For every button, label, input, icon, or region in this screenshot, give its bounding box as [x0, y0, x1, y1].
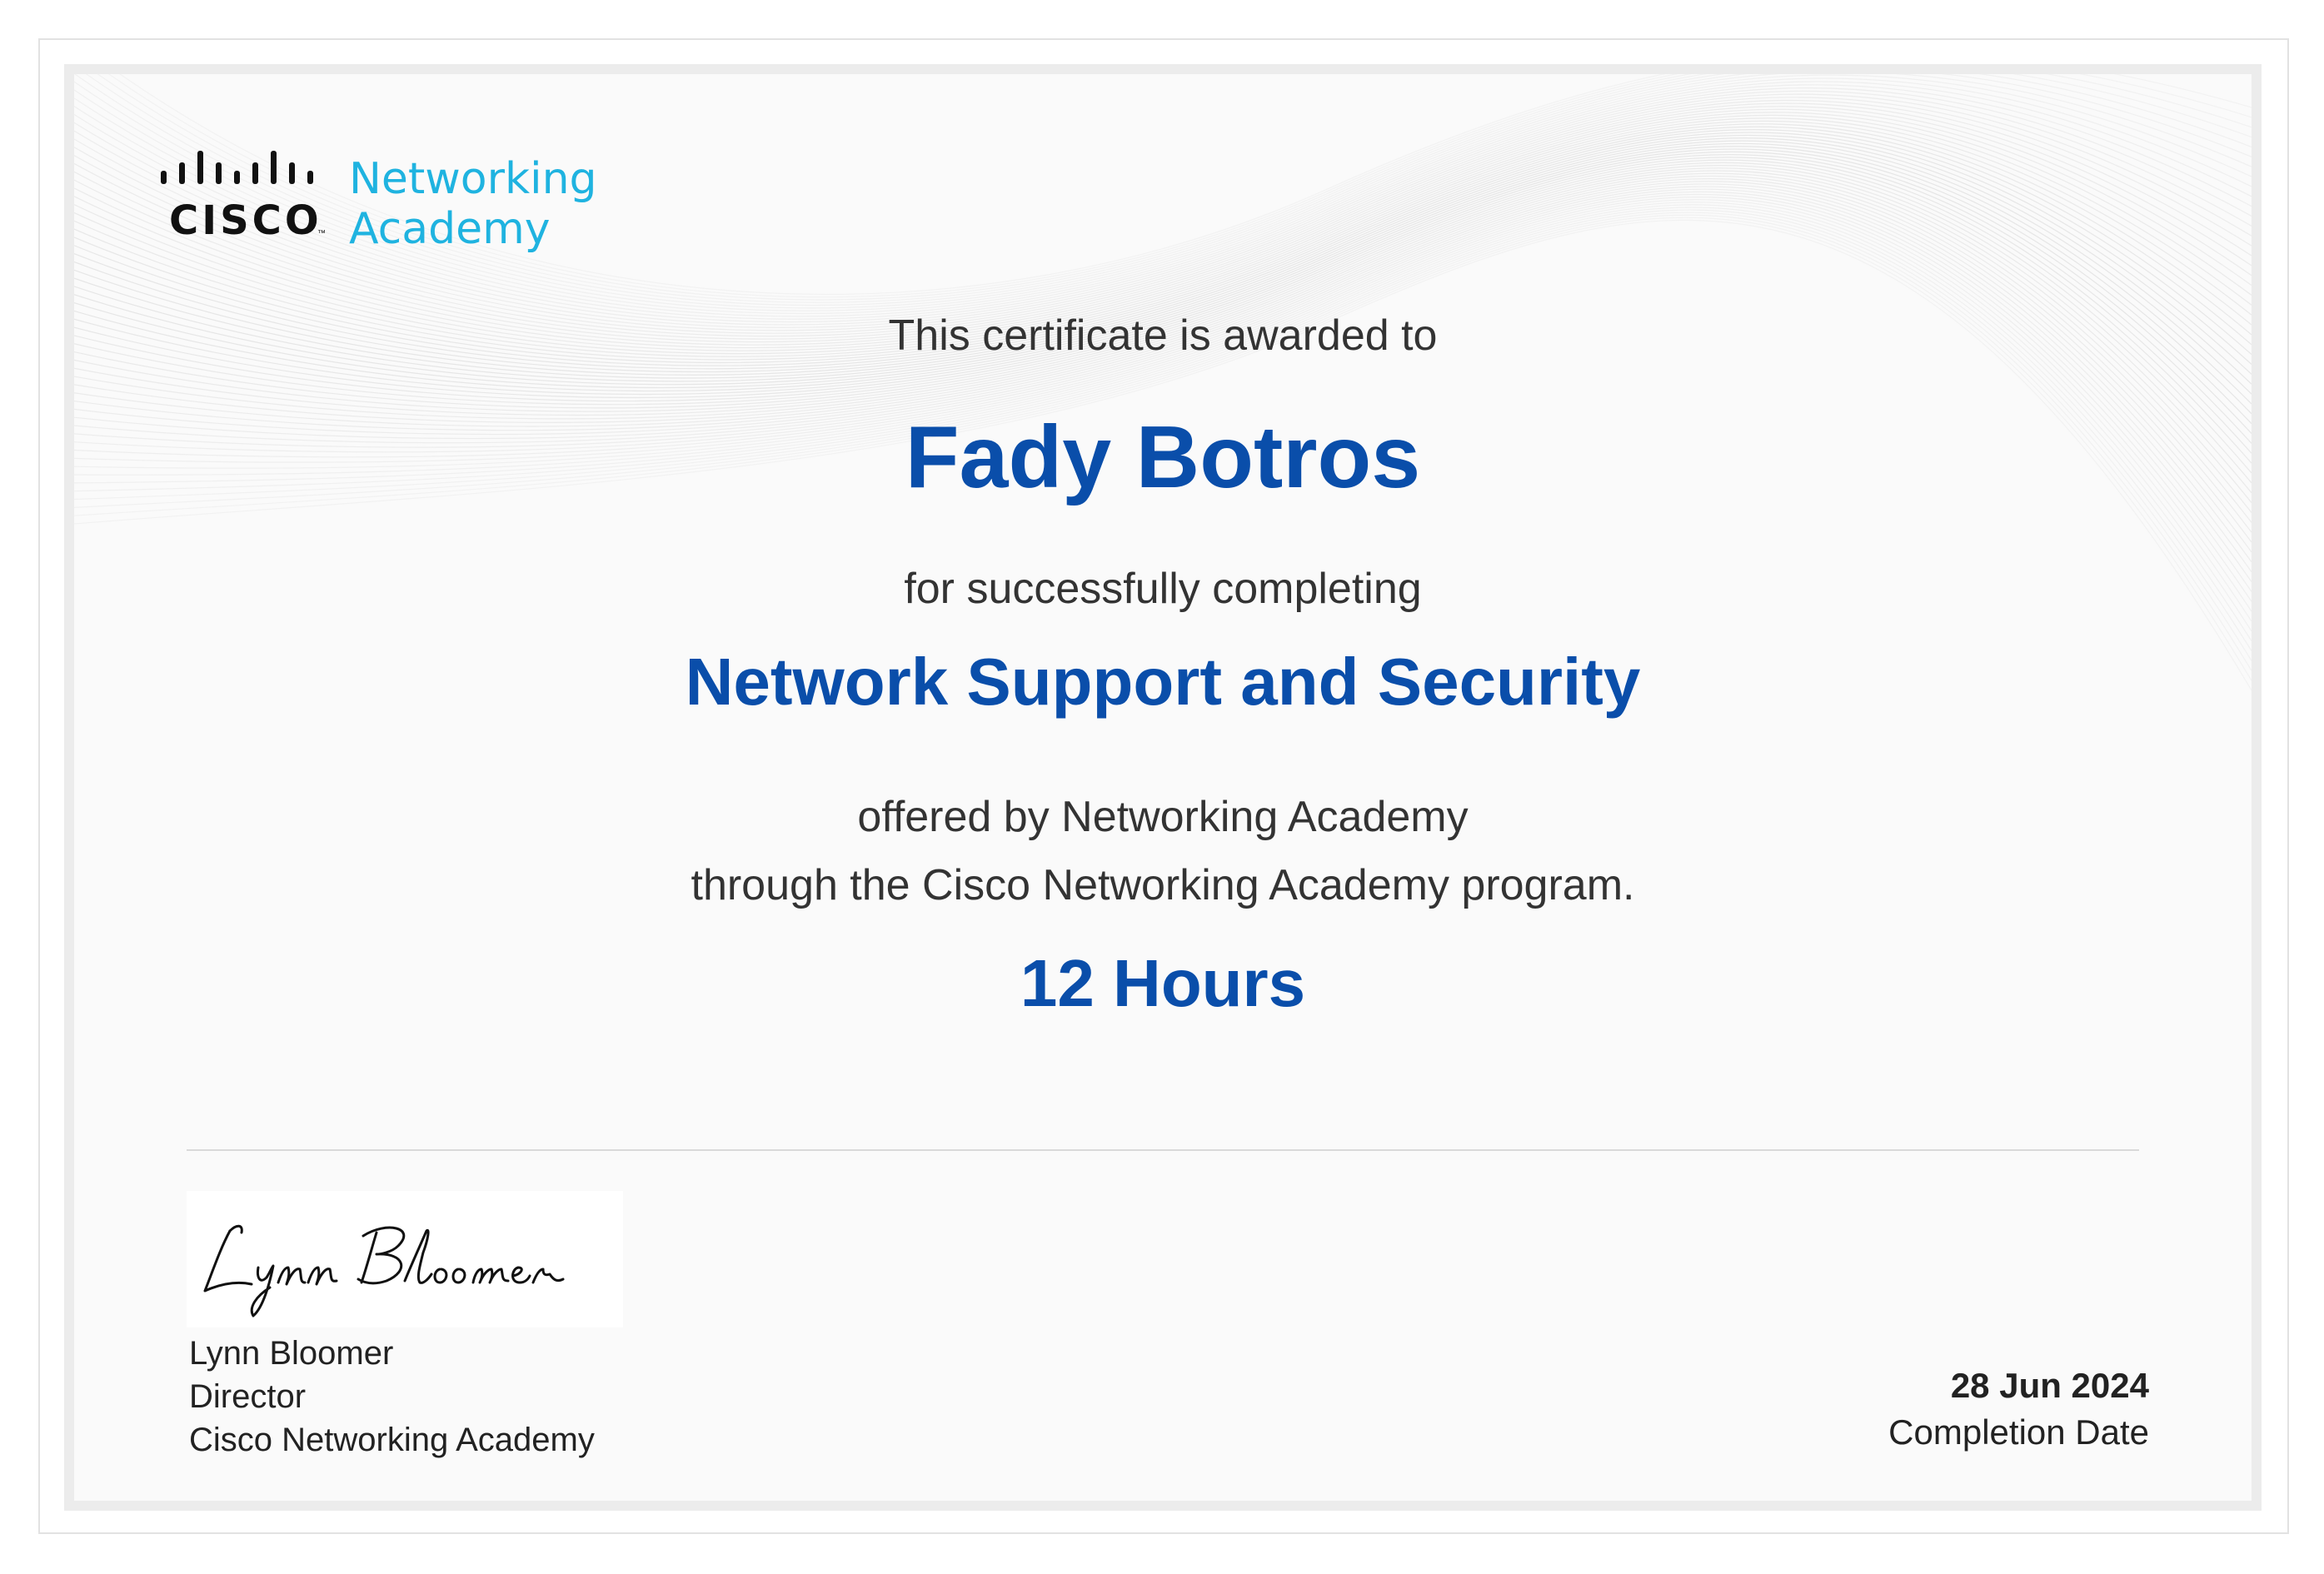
completion-phrase: for successfully completing	[904, 565, 1422, 613]
cisco-networking-academy-logo: CISCO ™ Networking Academy	[159, 149, 609, 266]
logo-product-line1: Networking	[349, 154, 597, 204]
logo-product-line2: Academy	[349, 204, 551, 254]
completion-date: 28 Jun 2024	[1950, 1366, 2149, 1405]
offered-by-text: offered by Networking Academy	[857, 793, 1469, 841]
course-title: Network Support and Security	[685, 645, 1641, 719]
signatory-name: Lynn Bloomer	[189, 1335, 394, 1372]
program-text: through the Cisco Networking Academy pro…	[691, 861, 1635, 909]
divider-line	[187, 1149, 2139, 1151]
certificate-frame: CISCO ™ Networking Academy This certific…	[64, 64, 2262, 1511]
signatory-organization: Cisco Networking Academy	[189, 1422, 595, 1458]
award-intro-text: This certificate is awarded to	[888, 311, 1438, 360]
course-hours: 12 Hours	[1020, 946, 1306, 1020]
signatory-title: Director	[189, 1378, 307, 1415]
cisco-wordmark: CISCO	[169, 197, 322, 244]
recipient-name: Fady Botros	[905, 408, 1421, 506]
cisco-bars-icon	[161, 151, 313, 184]
signatory-details: Lynn Bloomer Director Cisco Networking A…	[189, 1332, 595, 1462]
signature-image	[187, 1191, 623, 1327]
trademark-mark: ™	[317, 229, 326, 238]
completion-date-block: 28 Jun 2024 Completion Date	[1888, 1363, 2149, 1457]
logo-product-name: Networking Academy	[349, 154, 597, 254]
completion-date-label: Completion Date	[1888, 1412, 2149, 1452]
